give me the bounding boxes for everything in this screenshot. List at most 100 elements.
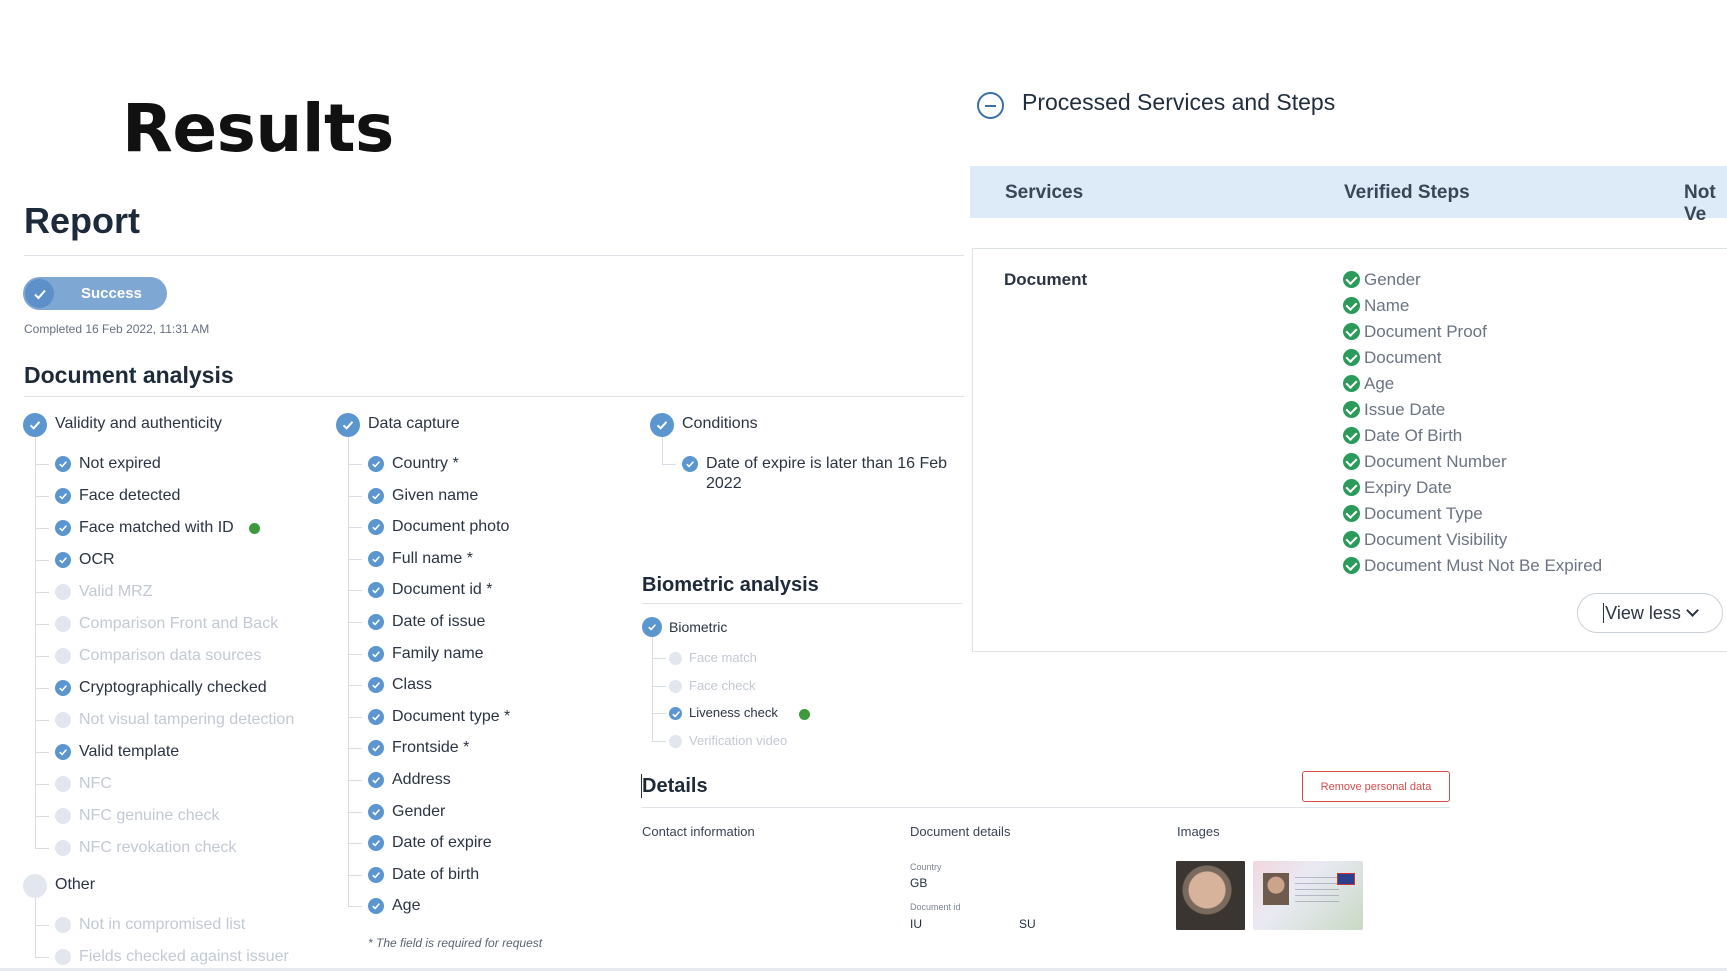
country-value: GB	[910, 876, 928, 890]
check-circle-icon	[1343, 349, 1360, 366]
verified-step: Document	[1343, 348, 1441, 368]
column-services: Services	[1005, 182, 1084, 203]
tree-line	[35, 720, 49, 721]
column-verified-steps: Verified Steps	[1344, 182, 1470, 203]
tree-line	[348, 527, 362, 529]
info-dot-icon[interactable]	[249, 523, 260, 534]
divider	[24, 396, 964, 397]
face-image[interactable]	[1176, 861, 1245, 930]
check-icon	[368, 708, 384, 725]
id-card-image[interactable]	[1253, 861, 1363, 930]
check-icon	[55, 520, 71, 536]
status-badge: Success	[23, 277, 167, 310]
tree-line	[35, 528, 49, 529]
divider	[642, 603, 962, 604]
check-icon	[368, 582, 384, 599]
tree-line	[348, 748, 362, 750]
tree-line	[348, 906, 362, 908]
list-item: Date of birth	[392, 865, 480, 883]
contact-information-label: Contact information	[642, 824, 755, 839]
document-analysis-title: Document analysis	[24, 362, 234, 388]
check-icon	[682, 456, 698, 472]
group-label: Validity and authenticity	[55, 415, 222, 432]
list-item: Not visual tampering detection	[79, 711, 295, 728]
tree-line	[35, 752, 49, 753]
card-photo	[1263, 873, 1289, 905]
tree-line	[348, 437, 349, 907]
column-not-verified: Not Ve	[1684, 182, 1716, 225]
verified-step: Date Of Birth	[1343, 426, 1462, 446]
table-header: Services Verified Steps Not Ve	[970, 166, 1727, 225]
list-item: Age	[392, 897, 421, 915]
tree-line	[35, 560, 49, 561]
list-item: Class	[392, 676, 433, 694]
document-id-value: IU	[910, 917, 922, 931]
tree-line	[348, 780, 362, 781]
details-title: Details	[642, 775, 708, 797]
check-icon	[55, 776, 71, 792]
list-item: Document photo	[392, 518, 510, 536]
list-item: Address	[392, 771, 451, 788]
check-icon	[336, 413, 360, 437]
list-item: Face check	[689, 677, 756, 693]
tree-line	[348, 811, 362, 813]
info-dot-icon[interactable]	[799, 709, 810, 720]
tree-line	[35, 784, 49, 785]
tree-line	[348, 716, 362, 718]
biometric-analysis-title: Biometric analysis	[642, 574, 819, 596]
check-icon	[669, 707, 682, 720]
check-icon	[23, 413, 47, 437]
verified-step: Document Proof	[1343, 322, 1487, 342]
list-item: Country *	[392, 455, 459, 472]
tree-line	[35, 592, 49, 593]
check-icon	[55, 552, 71, 568]
tree-line	[348, 622, 362, 623]
verified-step: Age	[1343, 374, 1394, 394]
verified-step: Document Must Not Be Expired	[1343, 556, 1602, 576]
verified-step-label: Document Visibility	[1364, 530, 1508, 549]
tree-line	[348, 464, 362, 465]
check-icon	[55, 616, 71, 632]
check-icon	[25, 279, 54, 308]
tree-line	[35, 848, 49, 849]
verified-step: Name	[1343, 296, 1409, 316]
check-icon	[669, 734, 682, 748]
minus-circle-icon[interactable]	[977, 92, 1004, 119]
verified-step-label: Gender	[1364, 270, 1421, 289]
list-item: Face match	[689, 650, 757, 665]
document-details-label: Document details	[910, 824, 1011, 839]
check-icon	[368, 550, 384, 567]
tree-line	[662, 464, 676, 465]
divider	[24, 255, 964, 256]
list-item: Cryptographically checked	[79, 679, 267, 696]
check-circle-icon	[1343, 479, 1360, 496]
document-id-label: Document id	[910, 902, 961, 912]
check-icon	[368, 645, 384, 662]
document-id-value-suffix: SU	[1019, 917, 1036, 931]
list-item: Not expired	[79, 455, 161, 472]
verified-step-label: Age	[1364, 374, 1395, 393]
verified-step-label: Document Proof	[1364, 322, 1487, 341]
table-row: Document Gender Name Document Proof Documen…	[972, 248, 1727, 652]
tree-line	[35, 898, 36, 957]
check-icon	[55, 917, 71, 933]
check-icon	[368, 614, 384, 630]
check-icon	[368, 898, 384, 915]
status-label: Success	[81, 285, 142, 302]
check-icon	[55, 488, 71, 504]
check-icon	[368, 803, 384, 820]
verified-step: Expiry Date	[1343, 478, 1452, 498]
check-icon	[55, 712, 71, 728]
check-icon	[368, 677, 384, 694]
processed-services-title: Processed Services and Steps	[1022, 89, 1336, 115]
tree-line	[35, 437, 36, 848]
remove-personal-data-button[interactable]: Remove personal data	[1302, 771, 1450, 802]
view-less-button[interactable]: View less	[1577, 593, 1723, 633]
check-icon	[642, 617, 662, 637]
verified-step-label: Name	[1364, 296, 1410, 315]
list-item: Date of expire	[392, 834, 492, 852]
list-item: Face detected	[79, 487, 181, 504]
verified-step-label: Document Type	[1364, 504, 1483, 523]
tree-line	[348, 495, 362, 497]
list-item: Not in compromised list	[79, 916, 246, 933]
